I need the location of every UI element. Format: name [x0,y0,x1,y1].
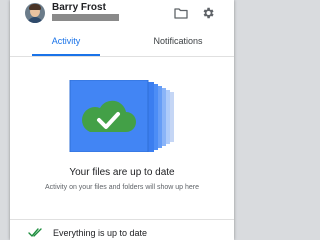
sync-status-text: Everything is up to date [53,228,148,238]
user-name: Barry Frost [52,2,106,13]
double-check-icon [28,228,42,237]
account-header: Barry Frost [10,0,234,26]
activity-panel: Barry Frost Activity Notifications Your … [10,0,234,240]
open-folder-button[interactable] [172,4,190,22]
redacted-email [52,14,119,21]
active-tab-indicator [32,54,100,56]
files-up-to-date-illustration [69,80,174,152]
avatar[interactable] [25,3,45,23]
divider [10,219,234,220]
tab-bar: Activity Notifications [10,26,234,57]
folder-icon [174,8,188,19]
tab-notifications[interactable]: Notifications [122,26,234,56]
empty-state-title: Your files are up to date [69,167,175,178]
settings-button[interactable] [199,4,217,22]
tab-activity[interactable]: Activity [10,26,122,56]
sync-status-row: Everything is up to date [10,225,234,240]
gear-icon [203,7,214,19]
empty-state-subtitle: Activity on your files and folders will … [44,184,200,191]
